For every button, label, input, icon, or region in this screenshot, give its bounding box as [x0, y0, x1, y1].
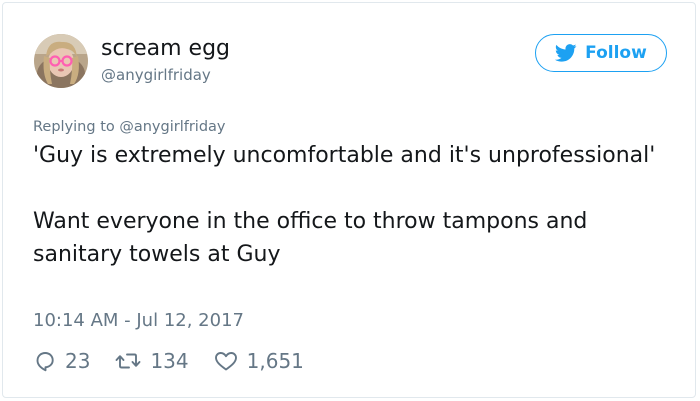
follow-button-label: Follow [585, 43, 647, 63]
twitter-bird-icon [555, 44, 577, 62]
like-count: 1,651 [246, 349, 304, 373]
reply-icon [36, 352, 54, 372]
retweet-count: 134 [150, 349, 189, 373]
reply-count: 23 [65, 349, 91, 373]
tweet-paragraph: 'Guy is extremely uncomfortable and it's… [33, 143, 656, 168]
user-handle[interactable]: @anygirlfriday [101, 65, 211, 85]
tweet-text: 'Guy is extremely uncomfortable and it's… [33, 139, 673, 271]
like-button[interactable]: 1,651 [213, 349, 304, 373]
tweet-card: scream egg @anygirlfriday Follow Replyin… [2, 2, 696, 398]
replying-to-prefix: Replying to [33, 119, 115, 135]
avatar[interactable] [34, 34, 88, 88]
reply-button[interactable]: 23 [33, 349, 90, 373]
avatar-image [34, 34, 88, 88]
heart-icon [214, 352, 237, 371]
retweet-icon [116, 353, 141, 369]
tweet-timestamp[interactable]: 10:14 AM - Jul 12, 2017 [33, 309, 244, 333]
display-name[interactable]: scream egg [101, 35, 230, 63]
retweet-button[interactable]: 134 [114, 349, 189, 373]
tweet-actions: 23 134 1,651 [33, 346, 328, 376]
follow-button[interactable]: Follow [535, 34, 667, 72]
replying-to: Replying to @anygirlfriday [33, 117, 226, 137]
tweet-paragraph: Want everyone in the office to throw tam… [33, 209, 588, 267]
replying-to-handle[interactable]: @anygirlfriday [119, 119, 225, 135]
